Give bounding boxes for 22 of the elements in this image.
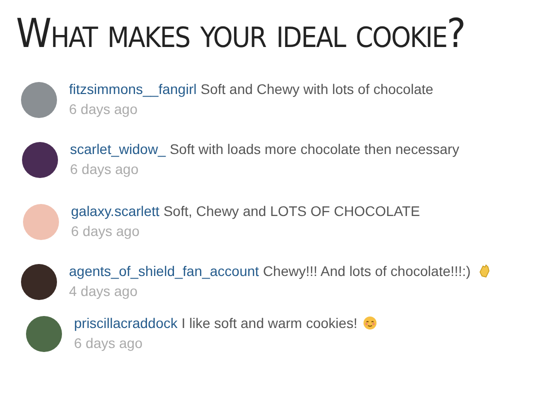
comment-text: Chewy!!! And lots of chocolate!!!:) — [262, 262, 471, 280]
username-link[interactable]: galaxy.scarlett — [71, 202, 160, 220]
comment-text: Soft and Chewy with lots of chocolate — [200, 80, 434, 98]
page-title: What makes your ideal cookie? — [16, 10, 466, 59]
avatar-placeholder — [21, 82, 57, 118]
comment-text: Soft, Chewy and LOTS OF CHOCOLATE — [163, 202, 420, 220]
comment-text: Soft with loads more chocolate then necessary — [170, 140, 460, 158]
timestamp: 6 days ago — [70, 160, 140, 178]
avatar-placeholder — [21, 264, 57, 300]
avatar-placeholder — [23, 204, 59, 240]
avatar-placeholder — [22, 142, 58, 178]
smiling-face-icon — [363, 316, 378, 330]
timestamp: 6 days ago — [69, 100, 138, 118]
avatar-placeholder — [26, 316, 62, 352]
comment-text: I like soft and warm cookies! — [181, 314, 358, 332]
username-link[interactable]: agents_of_shield_fan_account — [69, 262, 259, 280]
username-link[interactable]: scarlet_widow_ — [70, 140, 166, 158]
username-link[interactable]: priscillacraddock — [74, 314, 178, 332]
timestamp: 4 days ago — [69, 282, 138, 300]
timestamp: 6 days ago — [74, 334, 144, 352]
timestamp: 6 days ago — [71, 222, 140, 240]
username-link[interactable]: fitzsimmons__fangirl — [69, 80, 197, 98]
